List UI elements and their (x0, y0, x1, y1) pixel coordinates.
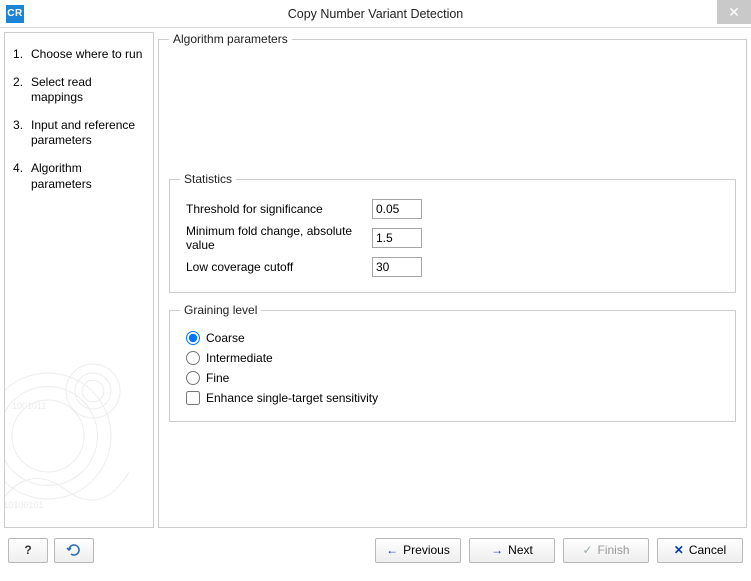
algorithm-parameters-group: Algorithm parameters Statistics Threshol… (158, 32, 747, 528)
decorative-spiral: 0110100101 1001011 (4, 317, 154, 528)
graining-level-group: Graining level Coarse Intermediate Fine (169, 303, 736, 422)
previous-label: Previous (403, 543, 450, 557)
algorithm-parameters-legend: Algorithm parameters (169, 32, 292, 46)
step-input-reference-parameters[interactable]: Input and reference parameters (11, 112, 147, 155)
graining-intermediate-label: Intermediate (206, 351, 273, 365)
statistics-legend: Statistics (180, 172, 236, 186)
check-icon (582, 544, 592, 556)
threshold-input[interactable] (372, 199, 422, 219)
next-button[interactable]: Next (469, 538, 555, 563)
minfold-label: Minimum fold change, absolute value (180, 224, 372, 252)
step-algorithm-parameters[interactable]: Algorithm parameters (11, 155, 147, 198)
statistics-group: Statistics Threshold for significance Mi… (169, 172, 736, 293)
wizard-steps-sidebar: Choose where to run Select read mappings… (4, 32, 154, 528)
arrow-right-icon (491, 544, 503, 556)
svg-text:1001011: 1001011 (12, 401, 46, 411)
close-icon: ✕ (728, 4, 740, 21)
cancel-label: Cancel (689, 543, 726, 557)
graining-coarse-label: Coarse (206, 331, 245, 345)
step-select-read-mappings[interactable]: Select read mappings (11, 69, 147, 112)
step-choose-where-to-run[interactable]: Choose where to run (11, 41, 147, 69)
titlebar: CR Copy Number Variant Detection ✕ (0, 0, 751, 28)
graining-intermediate-row[interactable]: Intermediate (186, 351, 725, 365)
lowcov-input[interactable] (372, 257, 422, 277)
help-button[interactable]: ? (8, 538, 48, 563)
finish-button[interactable]: Finish (563, 538, 649, 563)
graining-fine-radio[interactable] (186, 371, 200, 385)
x-icon (674, 544, 684, 556)
graining-intermediate-radio[interactable] (186, 351, 200, 365)
graining-fine-row[interactable]: Fine (186, 371, 725, 385)
graining-coarse-radio[interactable] (186, 331, 200, 345)
reset-icon (66, 543, 82, 557)
threshold-label: Threshold for significance (180, 202, 372, 216)
close-button[interactable]: ✕ (717, 0, 751, 24)
graining-legend: Graining level (180, 303, 261, 317)
next-label: Next (508, 543, 533, 557)
cancel-button[interactable]: Cancel (657, 538, 743, 563)
lowcov-label: Low coverage cutoff (180, 260, 372, 274)
enhance-sensitivity-row[interactable]: Enhance single-target sensitivity (186, 391, 725, 405)
app-icon: CR (6, 5, 24, 23)
enhance-sensitivity-label: Enhance single-target sensitivity (206, 391, 378, 405)
wizard-button-bar: ? Previous Next Finish Cancel (0, 528, 751, 572)
finish-label: Finish (598, 543, 630, 557)
reset-button[interactable] (54, 538, 94, 563)
enhance-sensitivity-checkbox[interactable] (186, 391, 200, 405)
previous-button[interactable]: Previous (375, 538, 461, 563)
wizard-body: Choose where to run Select read mappings… (0, 28, 751, 528)
wizard-content: Algorithm parameters Statistics Threshol… (158, 32, 747, 528)
graining-fine-label: Fine (206, 371, 229, 385)
arrow-left-icon (386, 544, 398, 556)
window-title: Copy Number Variant Detection (0, 7, 751, 21)
help-icon: ? (24, 543, 31, 557)
minfold-input[interactable] (372, 228, 422, 248)
graining-coarse-row[interactable]: Coarse (186, 331, 725, 345)
svg-text:0110100101: 0110100101 (4, 500, 43, 510)
